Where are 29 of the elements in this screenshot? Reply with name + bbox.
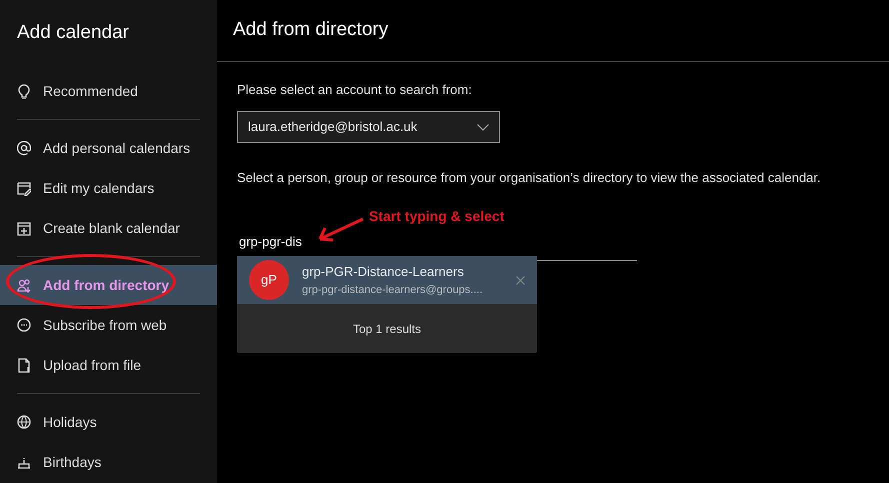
suggestion-name: grp-PGR-Distance-Learners — [302, 263, 465, 281]
account-select[interactable]: laura.etheridge@bristol.ac.uk — [237, 111, 500, 143]
sidebar-item[interactable]: Add personal calendars — [0, 128, 217, 168]
calendar-edit-icon — [17, 180, 31, 196]
sidebar-title: Add calendar — [16, 21, 130, 45]
sidebar-item[interactable]: Create blank calendar — [0, 208, 217, 248]
sidebar-item[interactable]: Subscribe from web — [0, 305, 217, 345]
sidebar-item[interactable]: Birthdays — [0, 442, 217, 482]
avatar: gP — [249, 260, 289, 300]
sidebar-item[interactable]: Recommended — [0, 71, 217, 111]
results-count: Top 1 results — [352, 320, 422, 338]
sidebar-item[interactable]: Edit my calendars — [0, 168, 217, 208]
description-text: Select a person, group or resource from your organisation’s directory to view the associated calendar. — [237, 169, 822, 187]
suggestion-email: grp-pgr-distance-learners@groups.... — [302, 282, 484, 298]
people-add-icon — [17, 278, 31, 292]
at-sign-icon — [17, 140, 31, 156]
lightbulb-icon — [17, 84, 31, 98]
page-title: Add from directory — [233, 18, 388, 42]
close-icon[interactable] — [516, 276, 525, 284]
chevron-down-icon — [477, 124, 489, 130]
sidebar-item[interactable]: Upload from file — [0, 345, 217, 385]
account-label: Please select an account to search from: — [237, 81, 473, 99]
calendar-add-icon — [17, 220, 31, 236]
sidebar-item[interactable]: Add from directory — [0, 265, 217, 305]
globe-icon — [17, 414, 31, 430]
arrow-annotation — [317, 217, 365, 244]
sidebar-item[interactable]: Holidays — [0, 402, 217, 442]
suggestion-item[interactable]: gP grp-PGR-Distance-Learners grp-pgr-distance-learners@groups.... — [237, 256, 537, 304]
annotation-text: Start typing & select — [369, 207, 504, 226]
